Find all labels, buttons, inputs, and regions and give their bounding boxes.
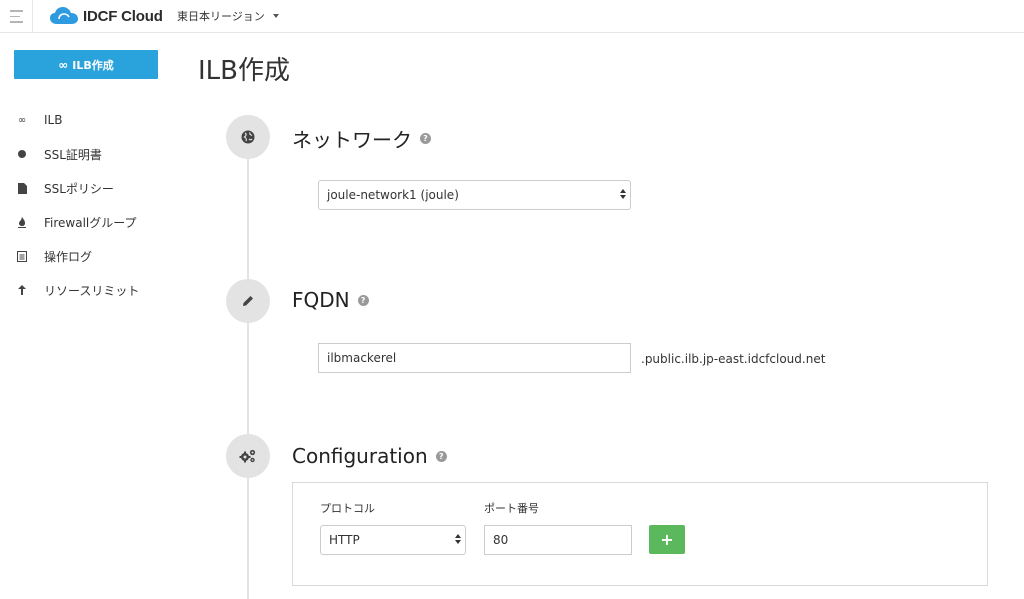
network-select[interactable]: joule-network1 (joule) (318, 180, 631, 210)
sidebar-item-label: Firewallグループ (44, 215, 137, 230)
sidebar-nav: ∞ ILB SSL証明書 SSLポリシー Firewallグループ 操作ログ リ… (0, 103, 170, 307)
file-icon (16, 182, 28, 194)
globe-icon (241, 130, 255, 144)
select-arrows-icon (620, 189, 626, 199)
gears-icon (239, 449, 256, 463)
step-configuration-circle (226, 434, 270, 478)
plus-icon: + (660, 530, 674, 549)
step-network-circle (226, 115, 270, 159)
sidebar-item-firewall-group[interactable]: Firewallグループ (0, 205, 170, 239)
region-dropdown[interactable]: 東日本リージョン (177, 8, 279, 24)
network-title-text: ネットワーク (292, 128, 412, 152)
configuration-title-text: Configuration (292, 444, 428, 468)
logo[interactable]: IDCF Cloud (50, 7, 163, 25)
help-icon[interactable]: ? (357, 294, 369, 306)
add-button[interactable]: + (649, 525, 685, 554)
infinity-icon: ∞ (17, 114, 27, 126)
sidebar-item-resource-limit[interactable]: リソースリミット (0, 273, 170, 307)
step-fqdn-circle (226, 279, 270, 323)
network-select-value: joule-network1 (joule) (327, 188, 459, 202)
sidebar-item-label: SSL証明書 (44, 147, 102, 162)
create-ilb-button[interactable]: ∞ ILB作成 (14, 50, 158, 79)
help-icon[interactable]: ? (420, 133, 431, 144)
fqdn-input[interactable] (318, 343, 631, 373)
pencil-icon (243, 296, 253, 306)
page-title: ILB作成 (198, 56, 290, 86)
sidebar-item-label: リソースリミット (44, 283, 140, 298)
port-label: ポート番号 (484, 502, 539, 515)
badge-icon (16, 148, 28, 160)
select-arrows-icon (455, 534, 461, 544)
fire-icon (16, 216, 28, 228)
protocol-label: プロトコル (320, 502, 375, 515)
sidebar-item-ssl-policy[interactable]: SSLポリシー (0, 171, 170, 205)
sidebar-item-ssl-certificate[interactable]: SSL証明書 (0, 137, 170, 171)
region-label: 東日本リージョン (177, 10, 265, 23)
arrow-up-icon (16, 284, 28, 296)
protocol-select[interactable]: HTTP (320, 525, 466, 555)
menu-icon[interactable] (0, 0, 33, 33)
help-icon[interactable]: ? (435, 450, 447, 462)
fqdn-suffix: .public.ilb.jp-east.idcfcloud.net (641, 352, 826, 366)
sidebar-item-operation-log[interactable]: 操作ログ (0, 239, 170, 273)
chevron-down-icon (272, 14, 279, 18)
port-input[interactable] (484, 525, 632, 555)
step-timeline (247, 150, 249, 599)
fqdn-section-title: FQDN ? (292, 288, 369, 312)
cloud-logo-icon (50, 7, 78, 24)
sidebar-item-label: SSLポリシー (44, 181, 114, 196)
protocol-select-value: HTTP (329, 533, 360, 547)
create-ilb-label: ILB作成 (72, 58, 114, 72)
sidebar-item-ilb[interactable]: ∞ ILB (0, 103, 170, 137)
configuration-section-title: Configuration ? (292, 444, 447, 468)
infinity-icon: ∞ (58, 57, 69, 72)
top-bar: IDCF Cloud 東日本リージョン (0, 0, 1024, 33)
sidebar-item-label: ILB (44, 113, 63, 127)
fqdn-title-text: FQDN (292, 288, 350, 312)
network-section-title: ネットワーク ? (292, 124, 431, 153)
sidebar-item-label: 操作ログ (44, 249, 93, 264)
logo-text: IDCF Cloud (83, 7, 163, 25)
document-icon (16, 250, 28, 262)
